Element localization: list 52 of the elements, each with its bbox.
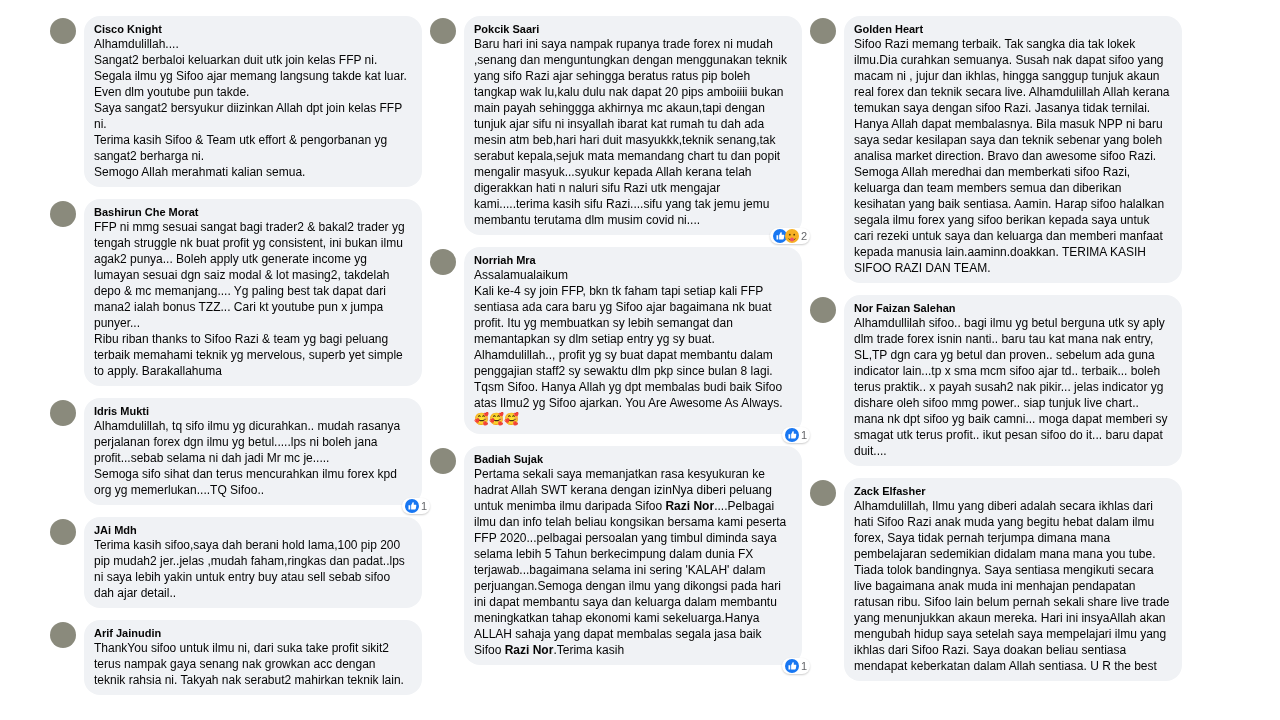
avatar[interactable] xyxy=(50,18,76,44)
comment-text: Ribu riban thanks to Sifoo Razi & team yg bagi peluang terbaik memahami teknik yg mervelous, superb yet simple to apply. Barakallahuma xyxy=(94,331,404,379)
reaction-count-badge[interactable]: 1 xyxy=(781,427,810,443)
comment-author[interactable]: Badiah Sujak xyxy=(474,452,790,466)
comment-text: Semoga sifo sihat dan terus mencurahkan ilmu forex kpd org yg memerlukan....TQ Sifoo.. xyxy=(94,466,398,498)
comment-text: Pertama sekali saya memanjatkan rasa kesyukuran ke hadrat Allah SWT kerana dengan izinNya diberi peluang untuk menimba ilmu daripada Sifoo Razi Nor....Pelbagai ilmu dan info telah beliau kongsikan bersama kami peserta FFP 2020...pelbagai persoalan yang timbul diminda saya selama lebih 5 Tahun berkecimpung dalam dunia FX terjawab...bagaimana selama ini sering 'KALAH' dalam perjuangan.Semoga dengan ilmu yang dikongsi pada hari ini dapat membantu saya dan keluarga dalam membantu meningkatkan tahap ekonomi kami sekeluarga.Hanya ALLAH sahaja yang dapat membalas segala jasa baik Sifoo Razi Nor.Terima kasih xyxy=(474,466,788,658)
comment-text: Baru hari ini saya nampak rupanya trade forex ni mudah ,senang dan menguntungkan dengan menggunakan teknik yang sifo Razi ajar sehingga beratus ratus pip boleh tangkap wak lu,kalu dulu nak dapat 20 pips amboiiii bukan main payah sehinggga akhirnya mc akaun,tapi dengan tunjuk ajar sifu ni insyallah ibarat kat rumah tu dah ada mesin atm beb,hari hari duit masyukkk,teknik senang,tak serabut kepala,sejuk mata memandang chart tu dan popit mengalir masyuk...syukur kepada Allah kerana telah digerakkan hati n naluri sifu Razi utk mengajar kami.....terima kasih sifu Razi....sifu yang tak jemu jemu membantu terutama dlm musim covid ni.... xyxy=(474,36,788,228)
avatar[interactable] xyxy=(810,18,836,44)
comment-text: Assalamualaikum xyxy=(474,267,570,283)
comment-text: Alhamdulillah.., profit yg sy buat dapat membantu dalam penggajian staff2 sy sewaktu dlm pkp since bulan 8 lagi. xyxy=(474,347,774,379)
comment-text: Alhamdullilah sifoo.. bagi ilmu yg betul berguna utk sy aply dlm trade forex isnin nanti.. baru tau kat mana nak entry, SL,TP dgn cara yg betul dan proven.. sebelum ada guna indicator lain...tp x sma mcm sifoo ajar td.. terbaik... boleh terus praktik.. x payah susah2 nak pikir... jelas indicator yg dishare oleh sifoo mmg power.. siap tunjuk live chart.. mana nk dpt sifoo yg baik camni... moga dapat memberi sy smagat utk terus profit.. ikut pesan sifoo do it... baru dapat duit.... xyxy=(854,315,1169,459)
reaction-count-badge[interactable]: 1 xyxy=(781,658,810,674)
avatar[interactable] xyxy=(50,622,76,648)
comment-text: Tqsm Sifoo. Hanya Allah yg dpt membalas budi baik Sifoo atas Ilmu2 yg Sifoo ajarkan. You Are Awesome As Always. 🥰🥰🥰 xyxy=(474,379,784,427)
thumbs-up-icon xyxy=(404,499,419,513)
thumbs-up-icon xyxy=(784,428,799,442)
comment-text: ThankYou sifoo untuk ilmu ni, dari suka take profit sikit2 terus nampak gaya senang nak growkan acc dengan teknik rahsia ni. Takyah nak serabut2 mahirkan teknik lain. xyxy=(94,640,405,688)
comment-text: Segala ilmu yg Sifoo ajar memang langsung takde kat luar. Even dlm youtube pun takde. xyxy=(94,68,408,100)
thumbs-up-icon xyxy=(772,229,787,243)
reaction-count-badge[interactable]: 1 xyxy=(401,498,430,514)
comment-author[interactable]: Pokcik Saari xyxy=(474,22,790,36)
thumbs-up-icon xyxy=(784,659,799,673)
comment-text: Alhamdulillah.... xyxy=(94,36,180,52)
comment-text: Kali ke-4 sy join FFP, bkn tk faham tapi setiap kali FFP sentiasa ada cara baru yg Sifoo ajar bagaimana nk buat profit. Itu yg membuatkan sy lebih semangat dan memantapkan sy dlm setiap entry yg sy buat. xyxy=(474,283,773,347)
reaction-count-badge[interactable]: 2 xyxy=(769,228,810,244)
avatar[interactable] xyxy=(430,18,456,44)
comment-text: Alhamdulillah, tq sifo ilmu yg dicurahkan.. mudah rasanya perjalanan forex dgn ilmu yg betul.....lps ni boleh jana profit...sebab selama ni dah jadi Mr mc je..... xyxy=(94,418,402,466)
avatar[interactable] xyxy=(50,519,76,545)
comment-text: Semogo Allah merahmati kalian semua. xyxy=(94,164,307,180)
avatar[interactable] xyxy=(430,448,456,474)
comment-author[interactable]: Cisco Knight xyxy=(94,22,410,36)
avatar[interactable] xyxy=(810,297,836,323)
comment-text: Saya sangat2 bersyukur diizinkan Allah dpt join kelas FFP ni. xyxy=(94,100,403,132)
hugging-face-icon xyxy=(784,229,799,243)
comment-author[interactable]: Nor Faizan Salehan xyxy=(854,301,1170,315)
comment-text: Terima kasih sifoo,saya dah berani hold lama,100 pip 200 pip mudah2 jer..jelas ,mudah faham,ringkas dan padat..lps ni saya lebih yakin untuk entry buy atau sell sebab sifoo dah ajar detail.. xyxy=(94,537,406,601)
avatar[interactable] xyxy=(430,249,456,275)
comment-text: Sifoo Razi memang terbaik. Tak sangka dia tak lokek ilmu.Dia curahkan semuanya. Susah nak dapat sifoo yang macam ni , jujur dan ikhlas, hingga sanggup tunjuk akaun real forex dan teknik secara live. Alhamdulillah Allah kerana temukan saya dengan sifoo Razi. Jasanya tidak ternilai. Hanya Allah dapat membalasnya. Bila masuk NPP ni baru saya sedar kesilapan saya dan teknik sebenar yang boleh analisa market direction. Bravo dan awesome sifoo Razi. Semoga Allah meredhai dan memberkati sifoo Razi, keluarga dan team members semua dan diberikan kesihatan yang baik sentiasa. Aamin. Harap sifoo halalkan segala ilmu forex yang sifoo berikan kepada saya untuk cari rezeki untuk saya dan keluarga dan memberi manfaat kepada manusia lain.aaminn.doakkan. TERIMA KASIH SIFOO RAZI DAN TEAM. xyxy=(854,36,1170,276)
comment-text: Terima kasih Sifoo & Team utk effort & pengorbanan yg sangat2 berharga ni. xyxy=(94,132,389,164)
comment-author[interactable]: Golden Heart xyxy=(854,22,1170,36)
comment-author[interactable]: Idris Mukti xyxy=(94,404,410,418)
avatar[interactable] xyxy=(810,480,836,506)
comment-text: Alhamdulillah, Ilmu yang diberi adalah secara ikhlas dari hati Sifoo Razi anak muda yang begitu hebat dalam ilmu forex, Saya tidak pernah terjumpa dimana mana pembelajaran sedemikian didalam mana mana you tube. Tiada tolok bandingnya. Saya sentiasa mengikuti secara live bagaimana anak muda ini menhajan pendapatan ratusan ribu. Sifoo lain belum pernah sekali share live trade yang menunjukkan akaun mereka. Hari ini insyaAllah akan mengubah hidup saya setelah saya mempelajari ilmu yang ikhlas dari Sifoo Razi. Saya doakan beliau sentiasa mendapat keberkatan dalam Allah sentiasa. U R the best xyxy=(854,498,1170,674)
comment-author[interactable]: JAi Mdh xyxy=(94,523,410,537)
comment-text: FFP ni mmg sesuai sangat bagi trader2 & bakal2 trader yg tengah struggle nk buat profit yg consistent, ini bukan ilmu agak2 punya... Boleh apply utk generate income yg lumayan sesuai dgn saiz modal & lot masing2, takdelah depo & mc memanjang.... Yg paling best tak dapat dari mana2 ialah bonus TZZ... Cari kt youtube pun x jumpa punyer... xyxy=(94,219,406,331)
comment-author[interactable]: Bashirun Che Morat xyxy=(94,205,410,219)
avatar[interactable] xyxy=(50,201,76,227)
comment-text: Sangat2 berbaloi keluarkan duit utk join kelas FFP ni. xyxy=(94,52,379,68)
avatar[interactable] xyxy=(50,400,76,426)
comment-author[interactable]: Zack Elfasher xyxy=(854,484,1170,498)
comment-author[interactable]: Arif Jainudin xyxy=(94,626,410,640)
comment-author[interactable]: Norriah Mra xyxy=(474,253,790,267)
